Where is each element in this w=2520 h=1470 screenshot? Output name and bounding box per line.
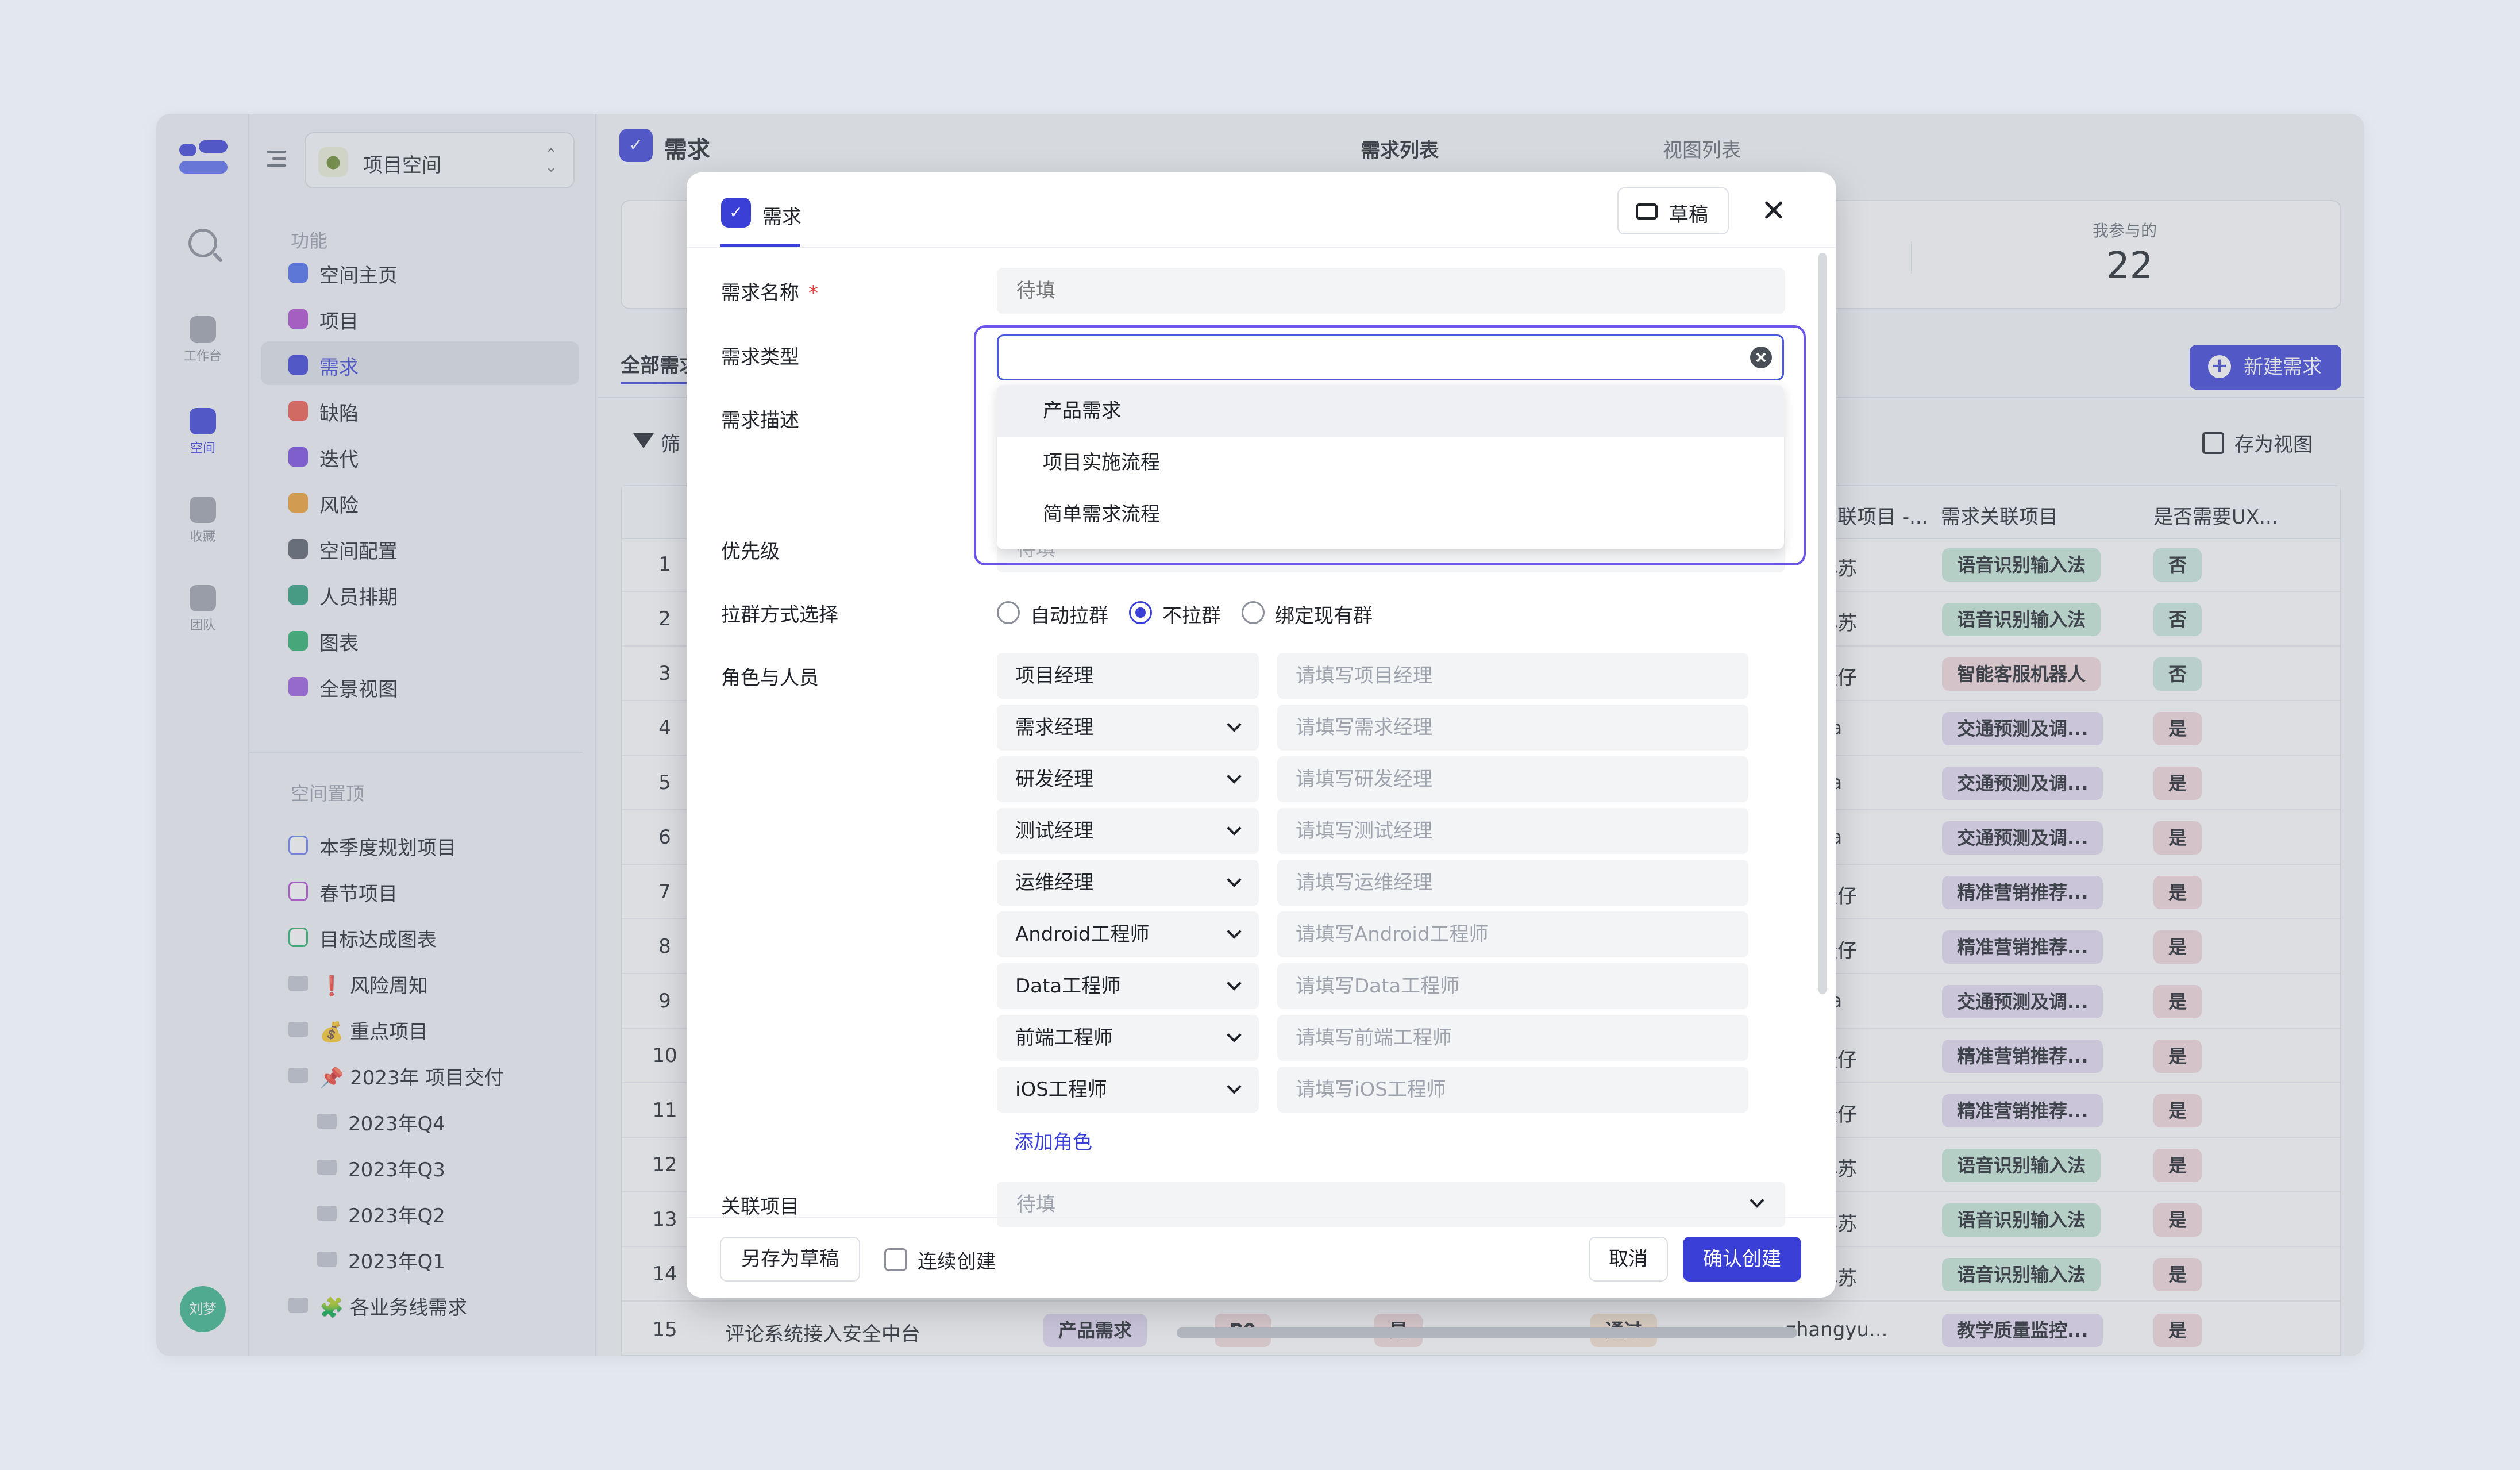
role-name: iOS工程师 — [1015, 1078, 1107, 1101]
role-name: 测试经理 — [1015, 819, 1093, 842]
chevron-down-icon — [1227, 769, 1242, 784]
role-person-input[interactable]: 请填写前端工程师 — [1277, 1015, 1748, 1061]
type-option-product[interactable]: 产品需求 — [997, 385, 1784, 437]
related-placeholder: 待填 — [1016, 1193, 1055, 1216]
chevron-down-icon — [1227, 717, 1242, 732]
required-marker: * — [808, 282, 818, 305]
role-placeholder: 请填写项目经理 — [1296, 664, 1432, 687]
role-person-input[interactable]: 请填写Data工程师 — [1277, 963, 1748, 1009]
chevron-down-icon — [1227, 872, 1242, 887]
chevron-down-icon — [1227, 1028, 1242, 1042]
continuous-create-checkbox[interactable] — [884, 1248, 907, 1271]
field-label-group: 拉群方式选择 — [721, 603, 838, 626]
role-person-input[interactable]: 请填写研发经理 — [1277, 756, 1748, 802]
drafts-button[interactable]: 草稿 — [1617, 187, 1729, 234]
role-select[interactable]: Android工程师 — [997, 911, 1259, 957]
create-requirement-modal: ✓ 需求 草稿 需求名称 * 需求类型 需求描述 优先级 待填 产品需求 项目实施… — [687, 172, 1836, 1298]
radio-label: 不拉群 — [1162, 605, 1221, 628]
radio-circle — [1242, 601, 1265, 624]
clear-icon[interactable] — [1750, 347, 1772, 368]
role-person-input[interactable]: 请填写运维经理 — [1277, 860, 1748, 906]
role-placeholder: 请填写Android工程师 — [1296, 923, 1489, 946]
field-label-type: 需求类型 — [721, 346, 799, 369]
field-label-name: 需求名称 * — [721, 277, 818, 305]
role-person-input[interactable]: 请填写iOS工程师 — [1277, 1067, 1748, 1113]
field-label-roles: 角色与人员 — [721, 667, 819, 690]
role-placeholder: 请填写需求经理 — [1296, 716, 1432, 739]
role-select[interactable]: 测试经理 — [997, 808, 1259, 854]
chevron-down-icon — [1227, 924, 1242, 939]
chevron-down-icon — [1227, 1079, 1242, 1094]
drafts-label: 草稿 — [1669, 203, 1708, 226]
role-placeholder: 请填写Data工程师 — [1296, 975, 1460, 998]
cancel-button[interactable]: 取消 — [1589, 1237, 1668, 1282]
chevron-down-icon — [1750, 1193, 1764, 1208]
chevron-down-icon — [1227, 976, 1242, 991]
role-placeholder: 请填写研发经理 — [1296, 768, 1432, 791]
role-person-input[interactable]: 请填写Android工程师 — [1277, 911, 1748, 957]
role-select[interactable]: Data工程师 — [997, 963, 1259, 1009]
type-option-implementation[interactable]: 项目实施流程 — [997, 437, 1784, 488]
field-label-related: 关联项目 — [721, 1195, 799, 1218]
role-select[interactable]: 研发经理 — [997, 756, 1259, 802]
role-select[interactable]: 运维经理 — [997, 860, 1259, 906]
role-name: Android工程师 — [1015, 923, 1150, 946]
role-select[interactable]: 需求经理 — [997, 705, 1259, 751]
role-name: Data工程师 — [1015, 975, 1121, 998]
continuous-create-label: 连续创建 — [918, 1250, 996, 1273]
requirement-name-input[interactable] — [997, 268, 1785, 314]
role-placeholder: 请填写iOS工程师 — [1296, 1078, 1446, 1101]
divider — [687, 247, 1836, 248]
field-label-priority: 优先级 — [721, 540, 780, 563]
related-project-select[interactable]: 待填 — [997, 1182, 1785, 1227]
modal-scrollbar[interactable] — [1818, 253, 1827, 994]
requirement-icon: ✓ — [721, 198, 751, 228]
field-label-description: 需求描述 — [721, 409, 799, 432]
role-person-input[interactable]: 请填写测试经理 — [1277, 808, 1748, 854]
type-select-input[interactable] — [997, 334, 1784, 380]
type-option-simple[interactable]: 简单需求流程 — [997, 488, 1784, 540]
add-role-link[interactable]: 添加角色 — [1014, 1126, 1092, 1155]
role-name: 项目经理 — [1015, 664, 1093, 687]
role-person-input[interactable]: 请填写需求经理 — [1277, 705, 1748, 751]
role-placeholder: 请填写前端工程师 — [1296, 1026, 1452, 1049]
role-person-input[interactable]: 请填写项目经理 — [1277, 653, 1748, 699]
role-select[interactable]: 前端工程师 — [997, 1015, 1259, 1061]
divider — [687, 1217, 1836, 1218]
modal-tab-label: 需求 — [762, 206, 802, 229]
radio-label: 绑定现有群 — [1275, 605, 1373, 628]
label-text: 需求名称 — [721, 282, 799, 305]
close-icon[interactable] — [1759, 195, 1789, 225]
type-dropdown: 产品需求 项目实施流程 简单需求流程 — [974, 325, 1806, 565]
type-options-list: 产品需求 项目实施流程 简单需求流程 — [997, 385, 1784, 549]
role-name: 前端工程师 — [1015, 1026, 1113, 1049]
role-name: 研发经理 — [1015, 768, 1093, 791]
confirm-create-button[interactable]: 确认创建 — [1683, 1237, 1801, 1282]
role-name: 运维经理 — [1015, 871, 1093, 894]
chevron-down-icon — [1227, 821, 1242, 836]
role-placeholder: 请填写测试经理 — [1296, 819, 1432, 842]
role-name: 需求经理 — [1015, 716, 1093, 739]
inbox-icon — [1636, 203, 1658, 220]
role-select[interactable]: 项目经理 — [997, 653, 1259, 699]
radio-label: 自动拉群 — [1030, 605, 1108, 628]
save-as-draft-button[interactable]: 另存为草稿 — [720, 1237, 860, 1282]
radio-circle — [1129, 601, 1152, 624]
radio-circle — [997, 601, 1020, 624]
role-select[interactable]: iOS工程师 — [997, 1067, 1259, 1113]
role-placeholder: 请填写运维经理 — [1296, 871, 1432, 894]
